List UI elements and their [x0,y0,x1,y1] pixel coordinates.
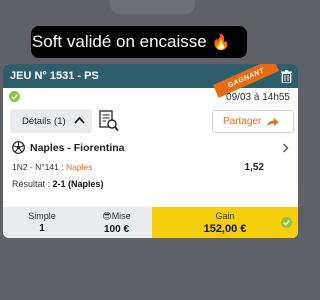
gain-value: 152,00 € [203,222,247,235]
gain-label: Gain [215,210,235,221]
chevron-up-icon [74,116,85,124]
result-label: Résultat : 2-1 (Naples) [12,179,104,189]
match-name: Naples - Fiorentina [30,142,125,154]
details-count: (1) [54,115,66,127]
match-row[interactable]: Naples - Fiorentina [3,136,298,158]
winner-badge: GAGNANT [226,66,266,90]
selection-label: 1N2 - N°141 : Naples [12,162,92,172]
selection-pick: Naples [65,162,93,172]
caption-text: Soft validé on encaisse [31,32,207,51]
stake-label: Mise [111,210,131,221]
bet-header: JEU N° 1531 - PS GAGNANT [3,64,298,98]
gain-check-icon [281,217,292,228]
share-arrow-icon [267,117,279,126]
won-check-icon [9,91,20,102]
receipt-search-icon[interactable] [99,110,119,132]
bet-summary: Simple 1 😎Mise 100 € Gain 152,00 € [3,207,298,238]
bet-date: 09/03 à 14h55 [226,92,290,103]
top-overlay [110,0,195,14]
soccer-ball-icon [12,141,25,154]
chevron-right-icon [282,143,289,153]
stake-label-wrap: 😎Mise [102,211,130,222]
trash-icon [280,69,292,83]
bet-type-label: Simple [28,211,56,221]
actions-row: Détails (1) Partager [3,106,298,136]
share-button[interactable]: Partager [212,110,294,133]
gain-cell: Gain 152,00 € [152,207,298,238]
share-label: Partager [223,116,262,127]
details-button[interactable]: Détails (1) [10,109,92,133]
stake-cell: 😎Mise 100 € [81,207,152,238]
bet-card: JEU N° 1531 - PS GAGNANT 09/03 à 14h55 D… [3,64,298,238]
stake-value: 100 € [103,223,130,235]
details-label: Détails [22,115,52,127]
bet-title: JEU N° 1531 - PS [10,70,99,82]
story-caption: Soft validé on encaisse 🔥😍 [31,26,247,58]
selection-row: 1N2 - N°141 : Naples 1,52 [3,158,298,176]
bet-type-value: 1 [39,223,45,234]
result-prefix: Résultat : [12,179,53,189]
sunglasses-emoji: 😎 [102,210,112,221]
caption-emoji: 🔥😍 [211,34,247,51]
delete-button[interactable] [274,64,298,88]
result-value: 2-1 (Naples) [52,179,104,189]
odds-value: 1,52 [244,162,264,173]
selection-prefix: 1N2 - N°141 : [12,162,66,172]
status-row: 09/03 à 14h55 [3,88,298,106]
bet-type-cell: Simple 1 [3,207,81,238]
result-row: Résultat : 2-1 (Naples) [3,176,298,194]
